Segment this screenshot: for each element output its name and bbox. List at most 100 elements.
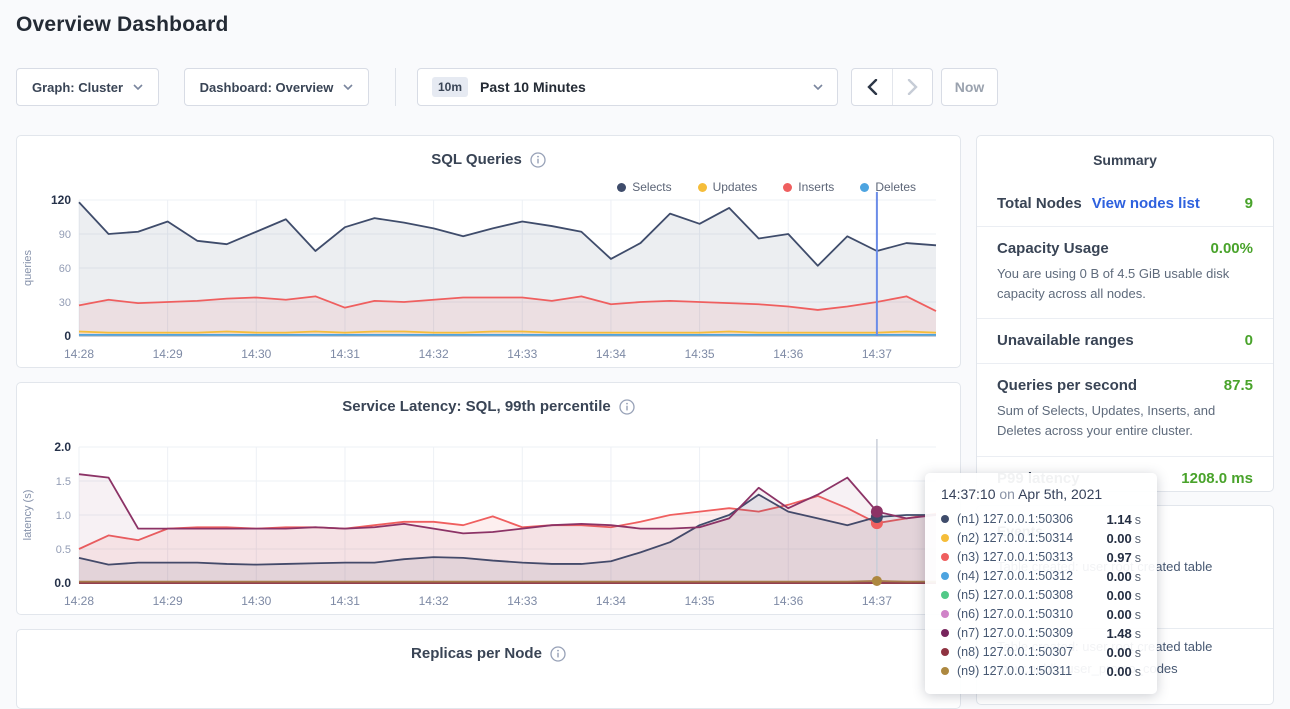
graph-scope-dropdown[interactable]: Graph: Cluster bbox=[16, 68, 159, 106]
toolbar-divider bbox=[395, 68, 396, 106]
node-latency-unit: s bbox=[1135, 551, 1141, 565]
info-icon[interactable] bbox=[530, 152, 546, 168]
qps-value: 87.5 bbox=[1224, 377, 1253, 394]
node-address: (n7) 127.0.0.1:50309 bbox=[957, 626, 1073, 640]
qps-desc: Sum of Selects, Updates, Inserts, and De… bbox=[997, 401, 1253, 441]
tooltip-row: (n4) 127.0.0.1:50312 0.00s bbox=[941, 567, 1141, 585]
tooltip-row: (n2) 127.0.0.1:50314 0.00s bbox=[941, 529, 1141, 547]
summary-row-total-nodes: Total Nodes View nodes list 9 bbox=[977, 182, 1273, 226]
svg-text:14:30: 14:30 bbox=[241, 594, 271, 608]
node-latency-unit: s bbox=[1135, 608, 1141, 622]
node-address: (n1) 127.0.0.1:50306 bbox=[957, 512, 1073, 526]
time-range-picker[interactable]: 10m Past 10 Minutes bbox=[417, 68, 838, 106]
time-nav-group bbox=[851, 68, 933, 106]
tooltip-row: (n6) 127.0.0.1:50310 0.00s bbox=[941, 605, 1141, 623]
total-nodes-value: 9 bbox=[1245, 195, 1253, 212]
svg-text:14:28: 14:28 bbox=[64, 347, 94, 361]
chevron-down-icon bbox=[133, 84, 143, 90]
tooltip-row: (n7) 127.0.0.1:50309 1.48s bbox=[941, 624, 1141, 642]
node-color-dot bbox=[941, 572, 949, 580]
node-color-dot bbox=[941, 534, 949, 542]
chevron-left-icon bbox=[867, 79, 878, 95]
svg-text:1.0: 1.0 bbox=[56, 510, 71, 522]
node-latency-unit: s bbox=[1135, 513, 1141, 527]
chart-title-service-latency: Service Latency: SQL, 99th percentile bbox=[342, 398, 610, 415]
summary-row-capacity: Capacity Usage 0.00% You are using 0 B o… bbox=[977, 226, 1273, 318]
tooltip-row: (n5) 127.0.0.1:503080.00s bbox=[941, 586, 1141, 604]
svg-text:14:37: 14:37 bbox=[862, 347, 892, 361]
info-icon[interactable] bbox=[619, 399, 635, 415]
svg-text:0: 0 bbox=[64, 329, 71, 343]
service-latency-chart[interactable]: 14:2814:2914:3014:3114:3214:3314:3414:35… bbox=[17, 431, 962, 616]
node-address: (n6) 127.0.0.1:50310 bbox=[957, 607, 1073, 621]
node-address: (n5) 127.0.0.1:50308 bbox=[957, 588, 1073, 602]
tooltip-row: (n8) 127.0.0.1:503070.00s bbox=[941, 643, 1141, 661]
svg-text:14:29: 14:29 bbox=[153, 594, 183, 608]
node-address: (n2) 127.0.0.1:50314 bbox=[957, 531, 1073, 545]
graph-scope-label: Graph: Cluster bbox=[32, 80, 123, 95]
chevron-down-icon bbox=[813, 84, 823, 90]
svg-text:2.0: 2.0 bbox=[54, 440, 71, 454]
node-latency-value: 0.97s bbox=[1106, 550, 1141, 565]
svg-text:60: 60 bbox=[59, 263, 71, 275]
svg-text:14:29: 14:29 bbox=[153, 347, 183, 361]
svg-text:14:33: 14:33 bbox=[507, 347, 537, 361]
node-latency-value: 1.14s bbox=[1106, 512, 1141, 527]
svg-text:14:32: 14:32 bbox=[419, 347, 449, 361]
node-latency-value: 0.00s bbox=[1106, 607, 1141, 622]
node-color-dot bbox=[941, 667, 949, 675]
node-latency-unit: s bbox=[1135, 646, 1141, 660]
node-color-dot bbox=[941, 648, 949, 656]
node-color-dot bbox=[941, 591, 949, 599]
svg-text:120: 120 bbox=[51, 193, 71, 207]
chart-title-sql-queries: SQL Queries bbox=[431, 151, 522, 168]
node-color-dot bbox=[941, 515, 949, 523]
page-title: Overview Dashboard bbox=[16, 13, 229, 37]
svg-text:14:35: 14:35 bbox=[685, 347, 715, 361]
node-latency-value: 0.00s bbox=[1106, 569, 1141, 584]
svg-text:30: 30 bbox=[59, 297, 71, 309]
chevron-right-icon bbox=[907, 79, 918, 95]
service-latency-card: Service Latency: SQL, 99th percentile 14… bbox=[16, 382, 961, 615]
tooltip-row: (n3) 127.0.0.1:503130.97s bbox=[941, 548, 1141, 566]
chart-title-replicas-per-node: Replicas per Node bbox=[411, 645, 542, 662]
capacity-label: Capacity Usage bbox=[997, 240, 1109, 257]
svg-text:0.5: 0.5 bbox=[56, 544, 71, 556]
time-range-badge: 10m bbox=[432, 77, 468, 97]
svg-text:14:36: 14:36 bbox=[773, 347, 803, 361]
now-button[interactable]: Now bbox=[941, 68, 998, 106]
svg-text:latency (s): latency (s) bbox=[22, 490, 34, 541]
p99-latency-value: 1208.0 ms bbox=[1181, 470, 1253, 487]
node-latency-value: 0.00s bbox=[1106, 664, 1141, 679]
node-latency-unit: s bbox=[1135, 665, 1141, 679]
node-latency-unit: s bbox=[1135, 589, 1141, 603]
node-latency-unit: s bbox=[1135, 570, 1141, 584]
svg-text:14:34: 14:34 bbox=[596, 594, 626, 608]
svg-text:90: 90 bbox=[59, 229, 71, 241]
summary-row-unavailable: Unavailable ranges 0 bbox=[977, 318, 1273, 363]
svg-text:14:31: 14:31 bbox=[330, 347, 360, 361]
chevron-down-icon bbox=[343, 84, 353, 90]
summary-row-qps: Queries per second 87.5 Sum of Selects, … bbox=[977, 363, 1273, 455]
svg-text:0.0: 0.0 bbox=[54, 576, 71, 590]
node-color-dot bbox=[941, 610, 949, 618]
node-latency-value: 0.00s bbox=[1106, 531, 1141, 546]
time-range-label: Past 10 Minutes bbox=[480, 79, 801, 95]
capacity-desc: You are using 0 B of 4.5 GiB usable disk… bbox=[997, 264, 1253, 304]
info-icon[interactable] bbox=[550, 646, 566, 662]
view-nodes-list-link[interactable]: View nodes list bbox=[1092, 195, 1200, 212]
tooltip-timestamp: 14:37:10 on Apr 5th, 2021 bbox=[941, 486, 1141, 502]
unavailable-ranges-label: Unavailable ranges bbox=[997, 332, 1134, 349]
sql-queries-card: SQL Queries SelectsUpdatesInsertsDeletes… bbox=[16, 135, 961, 368]
time-back-button[interactable] bbox=[852, 69, 892, 105]
sql-queries-chart[interactable]: 14:2814:2914:3014:3114:3214:3314:3414:35… bbox=[17, 184, 962, 369]
node-latency-value: 1.48s bbox=[1106, 626, 1141, 641]
qps-label: Queries per second bbox=[997, 377, 1137, 394]
svg-text:14:32: 14:32 bbox=[419, 594, 449, 608]
svg-text:14:30: 14:30 bbox=[241, 347, 271, 361]
chart-hover-tooltip: 14:37:10 on Apr 5th, 2021 (n1) 127.0.0.1… bbox=[925, 473, 1157, 694]
time-forward-button[interactable] bbox=[892, 69, 932, 105]
dashboard-dropdown[interactable]: Dashboard: Overview bbox=[184, 68, 369, 106]
node-address: (n4) 127.0.0.1:50312 bbox=[957, 569, 1073, 583]
node-latency-unit: s bbox=[1135, 532, 1141, 546]
